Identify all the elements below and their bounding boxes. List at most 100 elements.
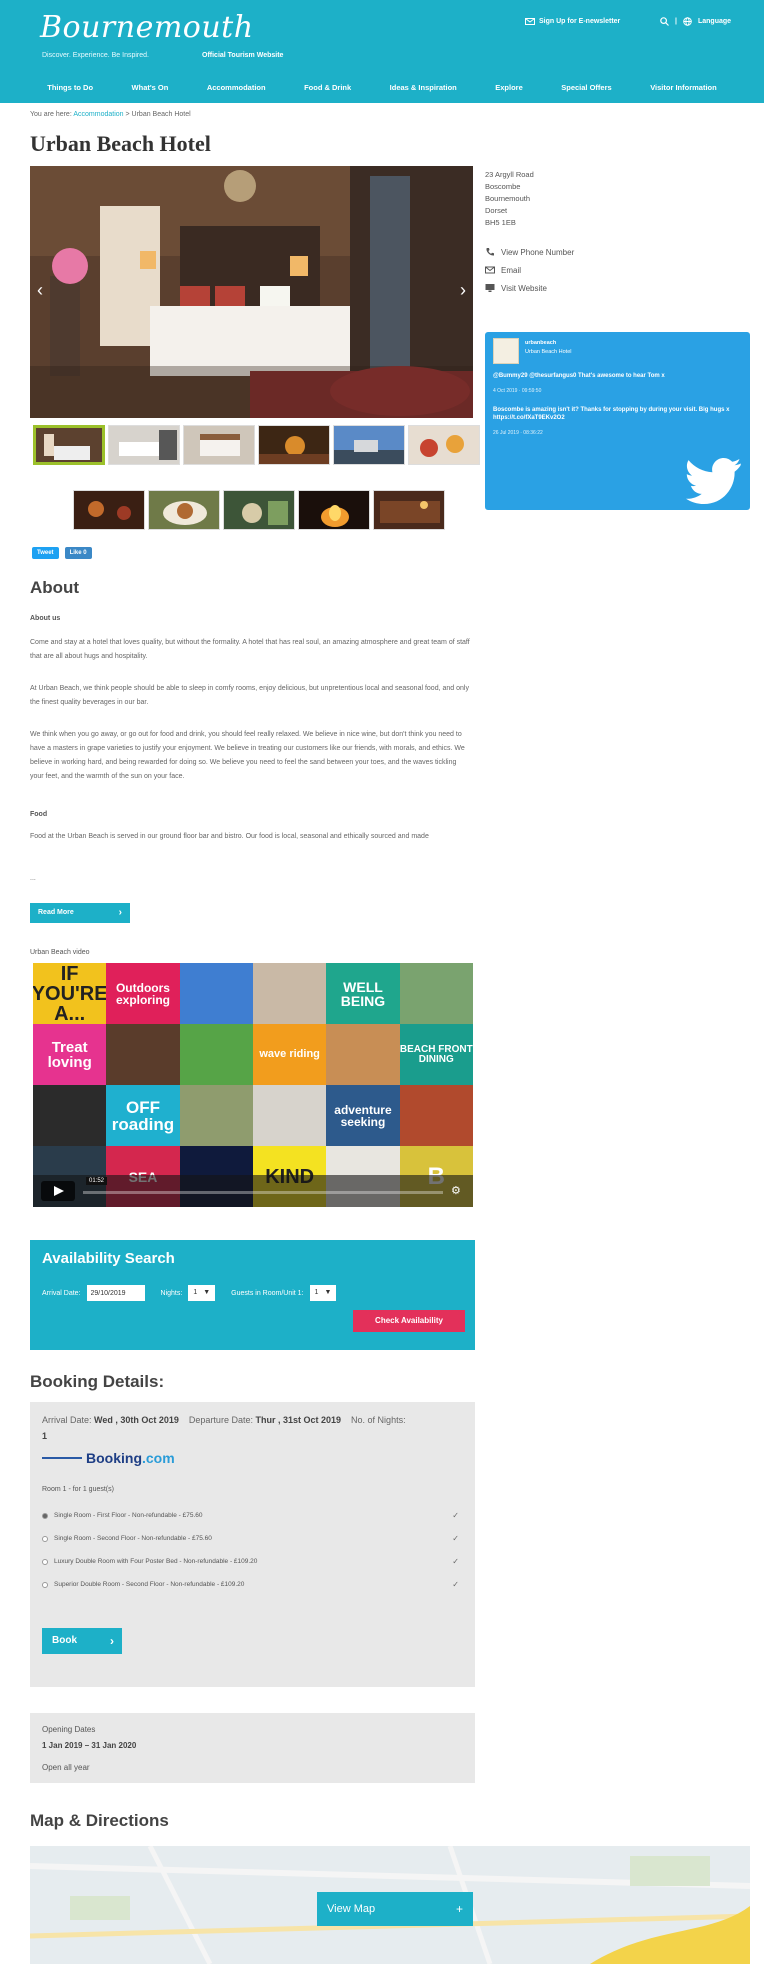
room-option[interactable]: Single Room - First Floor - Non-refundab… bbox=[42, 1511, 467, 1520]
nav-item-visitor-info[interactable]: Visitor Information bbox=[650, 83, 717, 92]
chevron-down-icon: ▼ bbox=[203, 1289, 211, 1296]
nav-item-food-drink[interactable]: Food & Drink bbox=[304, 83, 351, 92]
nav-item-accommodation[interactable]: Accommodation bbox=[207, 83, 266, 92]
room-option[interactable]: Luxury Double Room with Four Poster Bed … bbox=[42, 1557, 467, 1566]
arrival-date-label: Arrival Date: bbox=[42, 1289, 81, 1297]
guests-select-value: 1 bbox=[314, 1289, 319, 1296]
twitter-widget[interactable]: urbanbeach Urban Beach Hotel @Bummy29 @t… bbox=[485, 332, 750, 510]
nav-item-things-to-do[interactable]: Things to Do bbox=[47, 83, 93, 92]
booking-dates: Arrival Date: Wed , 30th Oct 2019 Depart… bbox=[42, 1412, 467, 1444]
room-option-label: Single Room - First Floor - Non-refundab… bbox=[54, 1512, 203, 1519]
top-tools: | Language bbox=[660, 17, 731, 26]
check-availability-button[interactable]: Check Availability bbox=[353, 1310, 465, 1332]
video-mosaic-tile bbox=[33, 1085, 107, 1146]
view-phone-label: View Phone Number bbox=[501, 247, 575, 257]
facebook-like-button[interactable]: Like 0 bbox=[64, 547, 92, 559]
official-site-label: Official Tourism Website bbox=[202, 52, 284, 59]
site-header: Bournemouth Discover. Experience. Be Ins… bbox=[0, 0, 764, 103]
gallery-thumbs-row-2 bbox=[73, 490, 445, 530]
video-mosaic-tile: OFF roading bbox=[106, 1085, 180, 1146]
gallery-thumb[interactable] bbox=[108, 425, 180, 465]
gallery-thumb[interactable] bbox=[73, 490, 145, 530]
language-selector[interactable]: Language bbox=[698, 18, 731, 25]
newsletter-label: Sign Up for E-newsletter bbox=[539, 18, 621, 25]
video-mosaic-tile bbox=[179, 1024, 253, 1085]
availability-form-row: Arrival Date: Nights: 1 ▼ Guests in Room… bbox=[42, 1285, 337, 1301]
guests-select[interactable]: 1 ▼ bbox=[309, 1285, 337, 1301]
gallery-thumb[interactable] bbox=[33, 425, 105, 465]
address-line: Bournemouth bbox=[485, 194, 531, 203]
map-preview[interactable]: View Map bbox=[30, 1846, 750, 1964]
room-option[interactable]: Single Room - Second Floor - Non-refunda… bbox=[42, 1534, 467, 1543]
video-progress-bar[interactable] bbox=[83, 1191, 443, 1194]
gallery-prev-arrow[interactable]: ‹ bbox=[30, 278, 50, 302]
about-heading: About bbox=[30, 578, 80, 597]
view-phone-link[interactable]: View Phone Number bbox=[485, 243, 574, 261]
envelope-icon bbox=[485, 266, 495, 274]
tweet-text[interactable]: @Bummy29 @thesurfangus0 That's awesome t… bbox=[493, 372, 743, 380]
visit-website-label: Visit Website bbox=[501, 283, 547, 293]
booking-departure-label: Departure Date: bbox=[188, 1415, 253, 1425]
video-player[interactable]: IF YOU'RE A... Outdoors exploring WELL BEI… bbox=[33, 963, 473, 1207]
newsletter-link[interactable]: Sign Up for E-newsletter bbox=[525, 18, 620, 25]
arrival-date-input[interactable] bbox=[86, 1285, 145, 1301]
phone-icon bbox=[486, 248, 494, 256]
video-mosaic-tile bbox=[399, 1085, 473, 1146]
room-radio[interactable] bbox=[42, 1581, 48, 1588]
food-paragraph: Food at the Urban Beach is served in our… bbox=[30, 833, 429, 840]
gallery-next-arrow[interactable]: › bbox=[453, 278, 473, 302]
breadcrumb-separator: > bbox=[125, 111, 130, 118]
gallery-thumb[interactable] bbox=[223, 490, 295, 530]
gallery-thumb[interactable] bbox=[373, 490, 445, 530]
twitter-name: Urban Beach Hotel bbox=[525, 349, 572, 355]
booking-arrival-label: Arrival Date: bbox=[42, 1415, 92, 1425]
nights-select-value: 1 bbox=[193, 1289, 198, 1296]
search-icon[interactable] bbox=[660, 17, 669, 26]
email-link[interactable]: Email bbox=[485, 261, 574, 279]
video-mosaic-tile bbox=[253, 1085, 327, 1146]
read-more-button[interactable]: Read More bbox=[30, 903, 130, 923]
video-mosaic-tile bbox=[106, 1024, 180, 1085]
gallery-thumb[interactable] bbox=[298, 490, 370, 530]
guests-label: Guests in Room/Unit 1: bbox=[231, 1289, 304, 1297]
nav-item-special-offers[interactable]: Special Offers bbox=[561, 83, 611, 92]
room-radio[interactable] bbox=[42, 1512, 48, 1519]
video-mosaic-tile: WELL BEING bbox=[326, 963, 400, 1024]
gallery-thumb[interactable] bbox=[148, 490, 220, 530]
view-map-button[interactable]: View Map bbox=[317, 1892, 473, 1926]
gallery-thumb[interactable] bbox=[258, 425, 330, 465]
room-radio[interactable] bbox=[42, 1535, 48, 1542]
gallery-thumb[interactable] bbox=[333, 425, 405, 465]
breadcrumb-link-accommodation[interactable]: Accommodation bbox=[73, 111, 123, 118]
visit-website-link[interactable]: Visit Website bbox=[485, 279, 574, 297]
booking-nights-value: 1 bbox=[42, 1431, 48, 1441]
video-label: Urban Beach video bbox=[30, 949, 90, 956]
room-option[interactable]: Superior Double Room - Second Floor - No… bbox=[42, 1580, 467, 1589]
nav-item-explore[interactable]: Explore bbox=[495, 83, 523, 92]
tweet-button[interactable]: Tweet bbox=[32, 547, 59, 559]
twitter-handle: urbanbeach bbox=[525, 340, 557, 346]
site-logo[interactable]: Bournemouth bbox=[40, 10, 254, 45]
video-time: 01:52 bbox=[86, 1177, 108, 1185]
room-radio[interactable] bbox=[42, 1558, 48, 1565]
main-nav: Things to Do What's On Accommodation Foo… bbox=[0, 76, 764, 98]
about-ellipsis: ... bbox=[30, 875, 36, 882]
email-label: Email bbox=[501, 265, 522, 275]
opening-dates-panel: Opening Dates 1 Jan 2019 – 31 Jan 2020 O… bbox=[30, 1713, 475, 1783]
map-directions-heading: Map & Directions bbox=[30, 1811, 169, 1830]
twitter-bird-icon bbox=[686, 458, 741, 504]
gallery-thumb[interactable] bbox=[408, 425, 480, 465]
booking-com-logo: Booking.com bbox=[42, 1450, 175, 1466]
gallery-thumb[interactable] bbox=[183, 425, 255, 465]
nav-item-whats-on[interactable]: What's On bbox=[132, 83, 169, 92]
play-button[interactable] bbox=[41, 1181, 75, 1201]
tagline: Discover. Experience. Be Inspired. bbox=[42, 52, 149, 59]
book-button[interactable]: Book bbox=[42, 1628, 122, 1654]
settings-gear-icon[interactable]: ⚙ bbox=[451, 1184, 465, 1198]
gallery-main-image: ‹ › bbox=[30, 166, 473, 418]
nav-item-ideas[interactable]: Ideas & Inspiration bbox=[390, 83, 457, 92]
video-controls: 01:52 ⚙ bbox=[33, 1175, 473, 1207]
availability-search-panel: Availability Search Arrival Date: Nights… bbox=[30, 1240, 475, 1350]
tweet-text[interactable]: Boscombe is amazing isn't it? Thanks for… bbox=[493, 406, 743, 422]
nights-select[interactable]: 1 ▼ bbox=[188, 1285, 216, 1301]
